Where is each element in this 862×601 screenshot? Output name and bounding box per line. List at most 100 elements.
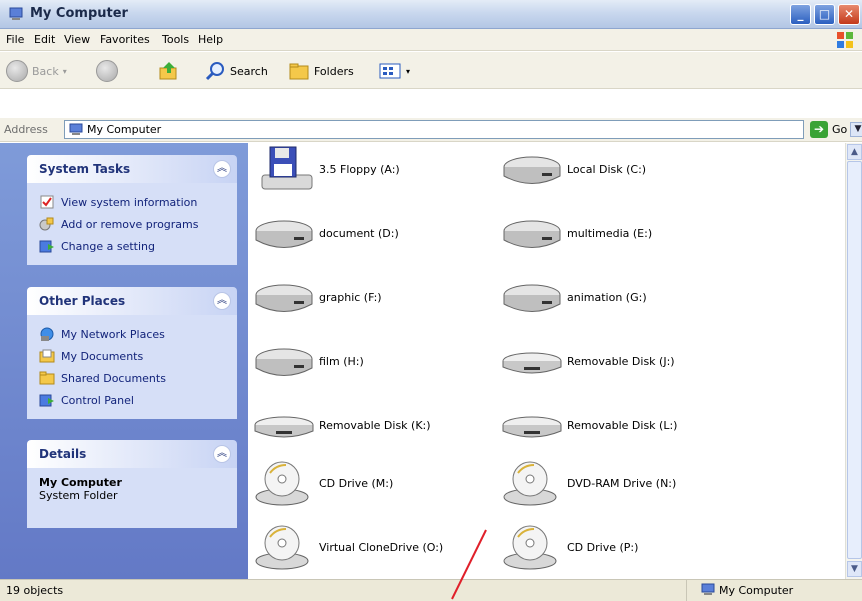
control-panel-icon bbox=[39, 394, 54, 407]
menu-help[interactable]: Help bbox=[198, 33, 223, 46]
maximize-button[interactable]: □ bbox=[814, 4, 835, 25]
go-label[interactable]: Go bbox=[832, 123, 847, 136]
back-button[interactable]: Back ▾ bbox=[6, 58, 67, 84]
drive-item[interactable]: Local Disk (C:) bbox=[500, 143, 740, 199]
shared-documents-link[interactable]: Shared Documents bbox=[39, 367, 229, 389]
title-bar: My Computer _ □ ✕ bbox=[0, 0, 862, 29]
collapse-icon[interactable]: ︽ bbox=[213, 160, 231, 178]
drive-item[interactable]: animation (G:) bbox=[500, 271, 740, 327]
minimize-button[interactable]: _ bbox=[790, 4, 811, 25]
network-places-icon bbox=[40, 327, 54, 341]
drive-item[interactable]: CD Drive (P:) bbox=[500, 521, 740, 577]
shared-folder-icon bbox=[39, 371, 55, 385]
search-button[interactable]: Search bbox=[204, 58, 268, 84]
search-icon bbox=[205, 62, 224, 81]
system-info-icon bbox=[40, 195, 54, 209]
drive-item[interactable]: Removable Disk (J:) bbox=[500, 335, 740, 391]
menu-favorites[interactable]: Favorites bbox=[100, 33, 150, 46]
my-documents-link[interactable]: My Documents bbox=[39, 345, 229, 367]
folders-icon bbox=[289, 63, 309, 80]
change-setting-link[interactable]: Change a setting bbox=[39, 235, 229, 257]
drive-label: multimedia (E:) bbox=[567, 227, 653, 240]
address-bar: Address My Computer ▼ ➔ Go bbox=[0, 118, 862, 142]
link-label: Control Panel bbox=[61, 393, 134, 407]
control-panel-icon bbox=[39, 240, 54, 253]
link-label: Add or remove programs bbox=[61, 217, 199, 231]
annotation-line bbox=[451, 529, 487, 600]
up-folder-icon bbox=[159, 62, 177, 80]
drive-item[interactable]: graphic (F:) bbox=[252, 271, 492, 327]
drive-item[interactable]: film (H:) bbox=[252, 335, 492, 391]
drives-view: 3.5 Floppy (A:) Local Disk (C:) document… bbox=[248, 143, 845, 579]
drive-item[interactable]: Removable Disk (K:) bbox=[252, 399, 492, 455]
add-remove-programs-icon bbox=[39, 217, 54, 231]
collapse-icon[interactable]: ︽ bbox=[213, 292, 231, 310]
scroll-thumb[interactable] bbox=[847, 161, 862, 559]
drive-label: document (D:) bbox=[319, 227, 399, 240]
toolbar: Back ▾ Search Folders ▾ bbox=[0, 52, 862, 89]
menu-view[interactable]: View bbox=[64, 33, 90, 46]
drive-label: Virtual CloneDrive (O:) bbox=[319, 541, 444, 554]
go-arrow-icon[interactable]: ➔ bbox=[810, 121, 828, 138]
drive-item[interactable]: document (D:) bbox=[252, 207, 492, 263]
drive-item[interactable]: 3.5 Floppy (A:) bbox=[252, 143, 492, 199]
vertical-scrollbar[interactable]: ▲ ▼ bbox=[845, 143, 862, 579]
up-folder-button[interactable] bbox=[158, 58, 180, 84]
drive-label: Removable Disk (L:) bbox=[567, 419, 678, 432]
add-remove-programs-link[interactable]: Add or remove programs bbox=[39, 213, 229, 235]
other-places-panel: Other Places ︽ My Network Places My Docu… bbox=[27, 287, 237, 419]
views-icon bbox=[379, 63, 401, 79]
drive-label: CD Drive (P:) bbox=[567, 541, 639, 554]
scroll-down-button[interactable]: ▼ bbox=[847, 561, 862, 577]
views-button[interactable]: ▾ bbox=[378, 58, 410, 84]
cd-drive-icon bbox=[255, 525, 309, 570]
menu-file[interactable]: File bbox=[6, 33, 24, 46]
details-header[interactable]: Details ︽ bbox=[27, 440, 237, 468]
folders-button[interactable]: Folders bbox=[288, 58, 354, 84]
control-panel-link[interactable]: Control Panel bbox=[39, 389, 229, 411]
link-label: Change a setting bbox=[61, 239, 155, 253]
system-tasks-header[interactable]: System Tasks ︽ bbox=[27, 155, 237, 183]
menu-bar: File Edit View Favorites Tools Help bbox=[0, 29, 862, 51]
scroll-up-button[interactable]: ▲ bbox=[847, 144, 862, 160]
details-type: System Folder bbox=[39, 489, 118, 502]
status-zone-label: My Computer bbox=[719, 584, 794, 597]
drive-label: CD Drive (M:) bbox=[319, 477, 394, 490]
menu-tools[interactable]: Tools bbox=[162, 33, 189, 46]
other-places-title: Other Places bbox=[39, 294, 126, 308]
drive-item[interactable]: DVD-RAM Drive (N:) bbox=[500, 457, 740, 513]
details-name: My Computer bbox=[39, 476, 122, 489]
hard-disk-icon bbox=[503, 156, 561, 184]
my-computer-icon bbox=[9, 7, 23, 20]
folders-label: Folders bbox=[314, 64, 354, 78]
details-panel: Details ︽ My Computer System Folder bbox=[27, 440, 237, 528]
cd-drive-icon bbox=[255, 461, 309, 506]
floppy-icon bbox=[261, 146, 313, 190]
my-network-places-link[interactable]: My Network Places bbox=[39, 323, 229, 345]
drive-item[interactable]: CD Drive (M:) bbox=[252, 457, 492, 513]
removable-disk-icon bbox=[502, 352, 562, 374]
address-input[interactable]: My Computer ▼ bbox=[64, 120, 862, 139]
my-documents-icon bbox=[39, 349, 55, 363]
menu-edit[interactable]: Edit bbox=[34, 33, 55, 46]
hard-disk-icon bbox=[255, 284, 313, 312]
forward-arrow-icon bbox=[96, 60, 118, 82]
drive-item[interactable]: multimedia (E:) bbox=[500, 207, 740, 263]
address-dropdown-button[interactable]: ▼ bbox=[850, 122, 862, 137]
drive-label: Local Disk (C:) bbox=[567, 163, 647, 176]
system-tasks-panel: System Tasks ︽ View system information A… bbox=[27, 155, 237, 265]
window-title: My Computer bbox=[30, 6, 128, 21]
forward-button[interactable] bbox=[96, 58, 118, 84]
link-label: View system information bbox=[61, 195, 198, 209]
drive-label: DVD-RAM Drive (N:) bbox=[567, 477, 677, 490]
chevron-down-icon: ▾ bbox=[406, 66, 411, 76]
address-value: My Computer bbox=[87, 123, 162, 136]
other-places-header[interactable]: Other Places ︽ bbox=[27, 287, 237, 315]
hard-disk-icon bbox=[503, 220, 561, 248]
collapse-icon[interactable]: ︽ bbox=[213, 445, 231, 463]
close-button[interactable]: ✕ bbox=[838, 4, 860, 25]
link-label: My Network Places bbox=[61, 327, 165, 341]
details-title: Details bbox=[39, 447, 87, 461]
view-system-info-link[interactable]: View system information bbox=[39, 191, 229, 213]
drive-item[interactable]: Removable Disk (L:) bbox=[500, 399, 740, 455]
